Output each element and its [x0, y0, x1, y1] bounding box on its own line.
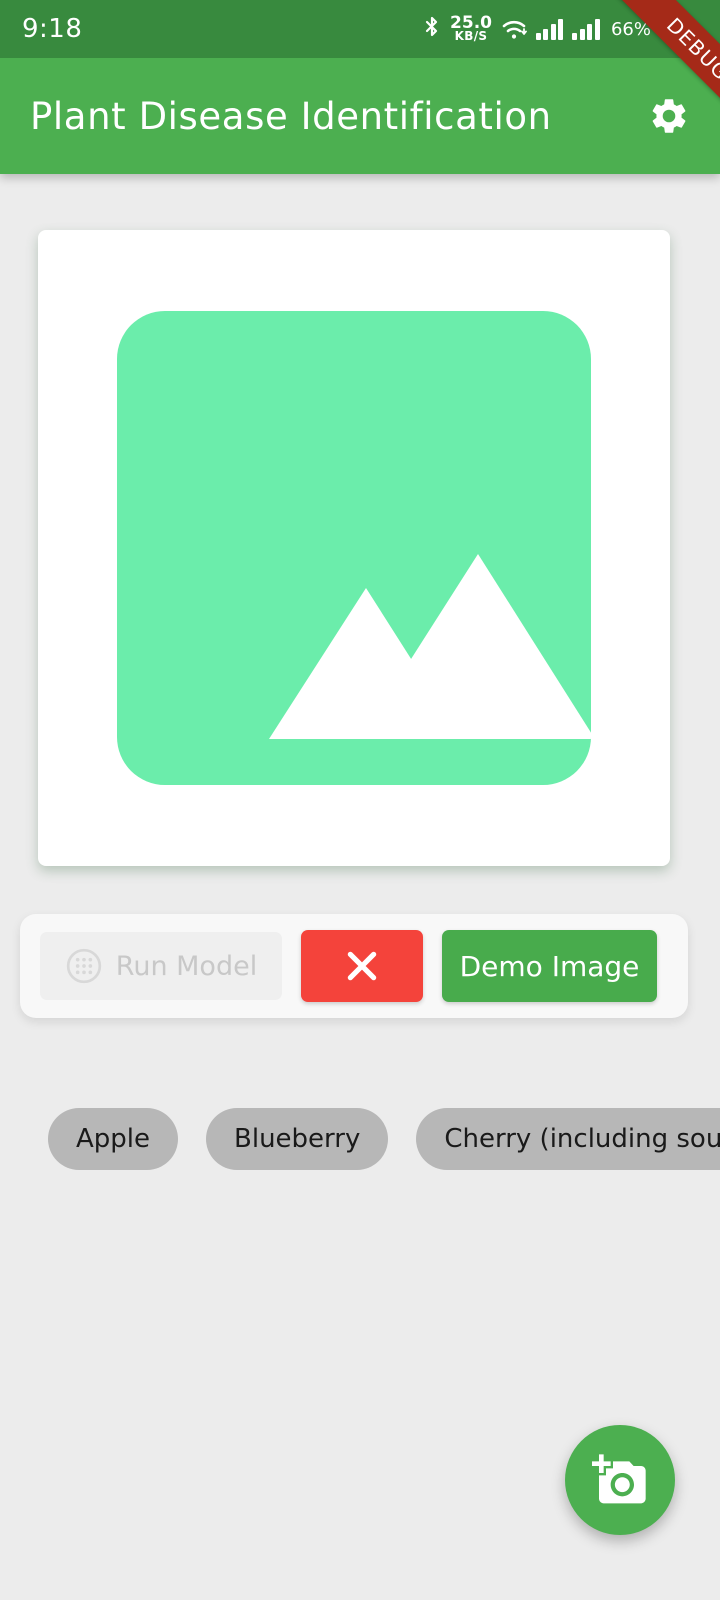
image-placeholder-icon [117, 311, 591, 785]
chip-apple[interactable]: Apple [48, 1108, 179, 1170]
gear-icon[interactable] [648, 95, 690, 137]
chip-cherry[interactable]: Cherry (including sour) [416, 1108, 720, 1170]
battery-percent-label: 66% [610, 18, 651, 40]
status-bar-icons: 25.0 KB/S 66% [423, 15, 701, 43]
signal-bars-icon [572, 18, 600, 40]
run-model-button[interactable]: Run Model [40, 932, 282, 1000]
signal-bars-icon [535, 18, 564, 40]
status-bar: 9:18 25.0 KB/S 66% [0, 0, 720, 58]
bluetooth-icon [423, 16, 441, 42]
clear-image-button[interactable] [301, 930, 423, 1002]
chip-blueberry[interactable]: Blueberry [206, 1108, 389, 1170]
chip-label: Apple [76, 1124, 151, 1154]
add-photo-fab[interactable] [565, 1425, 675, 1535]
run-model-label: Run Model [115, 950, 258, 982]
demo-image-label: Demo Image [459, 949, 640, 983]
close-x-icon [342, 946, 382, 986]
network-speed-unit: KB/S [454, 29, 488, 44]
main-content: Run Model Demo Image Apple Blueberry Che… [0, 174, 720, 1600]
network-speed-indicator: 25.0 KB/S [450, 15, 492, 43]
chip-label: Blueberry [234, 1124, 361, 1154]
page-title: Plant Disease Identification [30, 94, 552, 138]
add-a-photo-icon [592, 1452, 648, 1508]
battery-icon [660, 19, 701, 39]
wifi-icon [501, 18, 527, 40]
action-button-bar: Run Model Demo Image [20, 914, 688, 1018]
status-bar-clock: 9:18 [22, 14, 83, 44]
demo-image-button[interactable]: Demo Image [442, 930, 657, 1002]
image-preview-card[interactable] [38, 230, 670, 866]
plant-category-chip-row: Apple Blueberry Cherry (including sour) [48, 1108, 720, 1170]
app-bar: Plant Disease Identification [0, 58, 720, 174]
model-dots-icon [65, 947, 103, 985]
chip-label: Cherry (including sour) [444, 1124, 720, 1154]
